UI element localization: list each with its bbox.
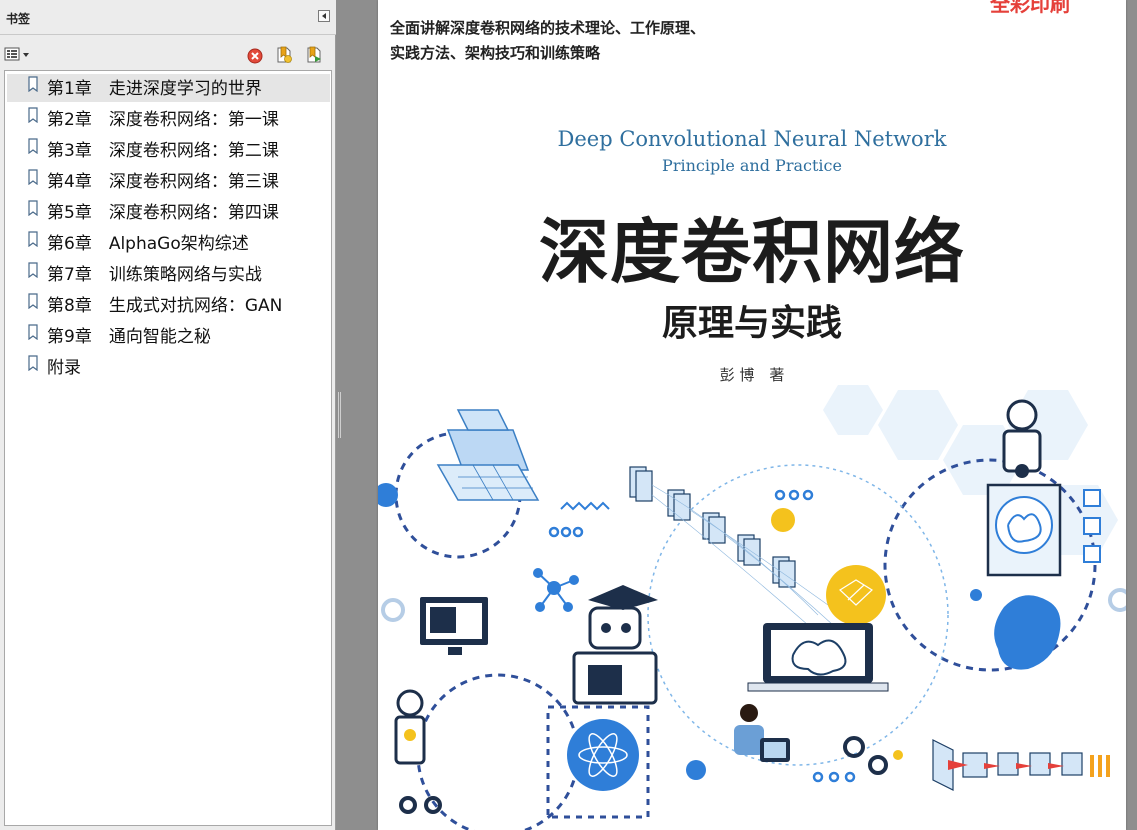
delete-icon bbox=[247, 48, 263, 64]
bookmark-item-chapter-1[interactable]: 第1章 走进深度学习的世界 bbox=[7, 74, 330, 102]
collapse-arrow-icon bbox=[322, 13, 326, 19]
bookmark-label: 第3章 深度卷积网络：第二课 bbox=[47, 141, 279, 161]
panel-title: 书签 bbox=[6, 12, 31, 26]
bookmark-item-chapter-9[interactable]: 第9章 通向智能之秘 bbox=[7, 322, 330, 350]
bookmark-label: 附录 bbox=[47, 358, 81, 378]
bookmark-icon bbox=[28, 355, 38, 371]
bookmark-list[interactable]: 第1章 走进深度学习的世界 第2章 深度卷积网络：第一课 第3章 深度卷积网络：… bbox=[4, 70, 332, 826]
collapse-panel-button[interactable] bbox=[318, 10, 330, 22]
bookmark-icon bbox=[28, 293, 38, 309]
delete-bookmark-button[interactable] bbox=[245, 45, 265, 65]
expand-bookmark-button[interactable] bbox=[304, 45, 324, 65]
splitter-grip-icon[interactable] bbox=[338, 392, 341, 438]
bookmark-label: 第1章 走进深度学习的世界 bbox=[47, 79, 262, 99]
bookmark-item-chapter-3[interactable]: 第3章 深度卷积网络：第二课 bbox=[7, 136, 330, 164]
english-title: Deep Convolutional Neural Network bbox=[557, 127, 947, 151]
bookmark-item-chapter-4[interactable]: 第4章 深度卷积网络：第三课 bbox=[7, 167, 330, 195]
bookmark-item-appendix[interactable]: 附录 bbox=[7, 353, 330, 381]
bookmark-item-chapter-2[interactable]: 第2章 深度卷积网络：第一课 bbox=[7, 105, 330, 133]
bookmark-icon bbox=[28, 76, 38, 92]
bookmark-item-chapter-7[interactable]: 第7章 训练策略网络与实战 bbox=[7, 260, 330, 288]
bookmark-icon bbox=[28, 107, 38, 123]
bookmark-item-chapter-8[interactable]: 第8章 生成式对抗网络：GAN bbox=[7, 291, 330, 319]
options-list-icon bbox=[4, 47, 29, 61]
bookmark-label: 第6章 AlphaGo架构综述 bbox=[47, 234, 249, 254]
expand-bookmark-icon bbox=[307, 46, 321, 63]
bookmark-icon bbox=[28, 138, 38, 154]
bookmark-label: 第5章 深度卷积网络：第四课 bbox=[47, 203, 279, 223]
panel-header: 书签 bbox=[0, 0, 336, 35]
bookmark-label: 第7章 训练策略网络与实战 bbox=[47, 265, 262, 285]
new-bookmark-icon bbox=[277, 46, 292, 63]
bookmarks-panel: 书签 第1章 走进深度学习的世界 第2章 深度卷积网络：第一课 第3章 深度卷积… bbox=[0, 0, 336, 830]
bookmark-item-chapter-6[interactable]: 第6章 AlphaGo架构综述 bbox=[7, 229, 330, 257]
chinese-title: 深度卷积网络 bbox=[539, 210, 965, 293]
cover-tagline-line-1: 全面讲解深度卷积网络的技术理论、工作原理、 bbox=[390, 19, 706, 37]
bookmark-icon bbox=[28, 324, 38, 340]
new-bookmark-button[interactable] bbox=[274, 45, 294, 65]
bookmark-label: 第8章 生成式对抗网络：GAN bbox=[47, 296, 283, 316]
bookmark-item-chapter-5[interactable]: 第5章 深度卷积网络：第四课 bbox=[7, 198, 330, 226]
bookmark-label: 第9章 通向智能之秘 bbox=[47, 327, 211, 347]
full-color-stamp: 全彩印刷 bbox=[990, 0, 1070, 16]
cover-illustration bbox=[378, 385, 1126, 830]
options-menu-button[interactable] bbox=[4, 46, 32, 64]
pdf-page-cover[interactable]: 全彩印刷 全面讲解深度卷积网络的技术理论、工作原理、 实践方法、架构技巧和训练策… bbox=[378, 0, 1126, 830]
cover-tagline-line-2: 实践方法、架构技巧和训练策略 bbox=[390, 44, 601, 62]
bookmark-label: 第4章 深度卷积网络：第三课 bbox=[47, 172, 279, 192]
bookmarks-toolbar bbox=[0, 42, 336, 68]
chinese-subtitle: 原理与实践 bbox=[661, 303, 842, 344]
bookmark-icon bbox=[28, 169, 38, 185]
bookmark-label: 第2章 深度卷积网络：第一课 bbox=[47, 110, 279, 130]
bookmark-icon bbox=[28, 231, 38, 247]
english-subtitle: Principle and Practice bbox=[662, 156, 842, 175]
bookmark-icon bbox=[28, 262, 38, 278]
bookmark-icon bbox=[28, 200, 38, 216]
author-line: 彭 博 著 bbox=[719, 366, 785, 384]
